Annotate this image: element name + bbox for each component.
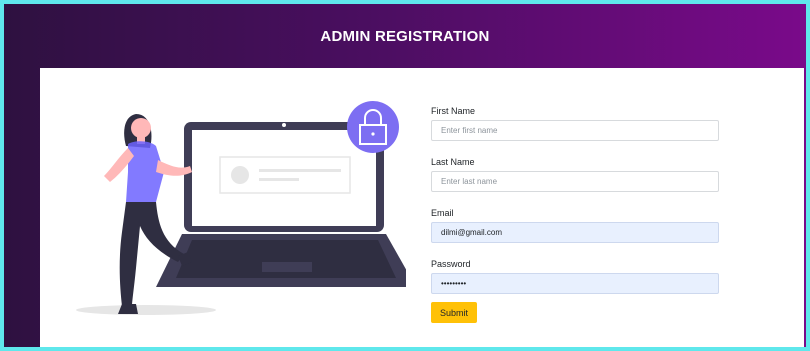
last-name-label: Last Name	[431, 157, 475, 167]
registration-form: First Name Last Name Email Password Subm…	[431, 106, 721, 323]
page-title: ADMIN REGISTRATION	[320, 28, 490, 45]
lock-icon	[347, 101, 399, 153]
last-name-input[interactable]	[431, 171, 719, 192]
password-label: Password	[431, 259, 471, 269]
first-name-input[interactable]	[431, 120, 719, 141]
email-label: Email	[431, 208, 454, 218]
page-background: ADMIN REGISTRATION First Name Enter firs…	[4, 4, 806, 347]
submit-button[interactable]: Submit	[431, 302, 478, 323]
password-input[interactable]	[431, 273, 719, 294]
registration-card: First Name Last Name Email Password Subm…	[40, 68, 804, 347]
email-input[interactable]	[431, 222, 719, 243]
ground-shadow	[76, 305, 216, 315]
login-illustration	[76, 101, 406, 315]
first-name-label: First Name	[431, 106, 476, 116]
